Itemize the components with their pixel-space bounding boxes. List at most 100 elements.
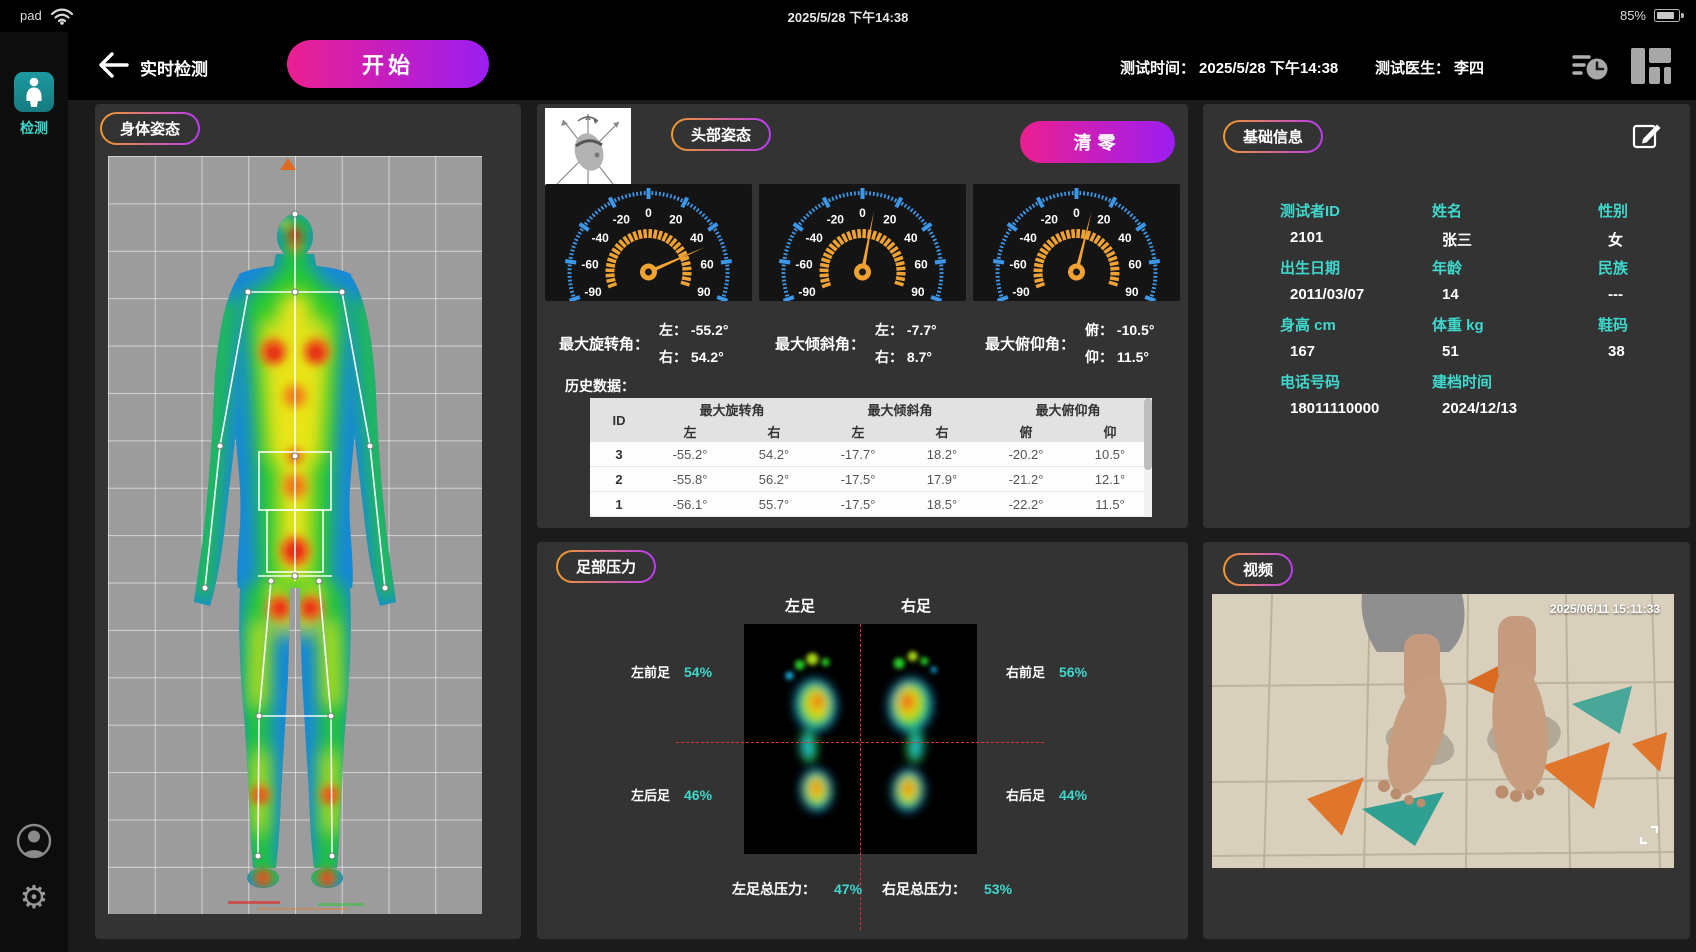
left-foot-label: 左足 <box>785 595 815 616</box>
svg-text:60: 60 <box>914 257 928 271</box>
svg-text:20: 20 <box>883 213 897 227</box>
basic-info-title: 基础信息 <box>1225 122 1321 151</box>
svg-text:-90: -90 <box>584 285 602 299</box>
value-cell: 11.5° <box>1068 497 1152 512</box>
history-table: 最大旋转角 最大倾斜角 最大俯仰角 左 右 左 右 俯 仰 ID 3-55.2°… <box>590 398 1152 517</box>
svg-text:-20: -20 <box>613 213 631 227</box>
sidebar-item-label: 检测 <box>0 118 68 138</box>
max-pitch-reading: 最大俯仰角： 俯： -10.5° 仰： 11.5° <box>985 320 1154 367</box>
value-cell: -55.8° <box>648 472 732 487</box>
basic-info-panel: 基础信息 测试者ID2101 姓名张三 性别女 出生日期2011/03/07 年… <box>1203 104 1690 528</box>
right-rearfoot-metric: 右后足44% <box>1006 785 1087 804</box>
history-table-sub-header: 左 右 左 右 俯 仰 <box>590 420 1152 442</box>
row-id-cell: 1 <box>590 497 648 512</box>
svg-text:20: 20 <box>1097 213 1111 227</box>
test-time-value: 2025/5/28 下午14:38 <box>1199 60 1338 77</box>
max-pitch-gauge: -90-60-40-20020406090 <box>973 184 1180 301</box>
svg-text:-60: -60 <box>795 257 813 271</box>
table-scrollbar[interactable] <box>1144 398 1152 517</box>
table-row: 2-55.8°56.2°-17.5°17.9°-21.2°12.1° <box>590 467 1152 492</box>
scrollbar-thumb[interactable] <box>1144 398 1152 470</box>
edit-icon[interactable] <box>1631 118 1663 150</box>
svg-text:20: 20 <box>669 213 683 227</box>
info-field-ethnicity: 民族--- <box>1598 257 1672 314</box>
left-rearfoot-metric: 左后足46% <box>631 785 712 804</box>
svg-text:90: 90 <box>1125 285 1139 299</box>
reading-down: 俯： -10.5° <box>1085 320 1154 340</box>
info-field-name: 姓名张三 <box>1432 200 1598 257</box>
basic-info-grid: 测试者ID2101 姓名张三 性别女 出生日期2011/03/07 年龄14 民… <box>1280 200 1672 428</box>
value-cell: 17.9° <box>900 472 984 487</box>
table-row: 1-56.1°55.7°-17.5°18.5°-22.2°11.5° <box>590 492 1152 517</box>
status-bar: pad 2025/5/28 下午14:38 85% <box>0 0 1696 32</box>
reading-left: 左： -7.7° <box>875 320 937 340</box>
info-field-record-date: 建档时间2024/12/13 <box>1432 371 1598 428</box>
back-arrow-icon[interactable] <box>94 48 132 82</box>
fullscreen-icon[interactable] <box>1638 824 1660 846</box>
max-rotation-gauge: -90-60-40-20020406090 <box>545 184 752 301</box>
max-tilt-reading: 最大倾斜角： 左： -7.7° 右： 8.7° <box>775 320 937 367</box>
max-rotation-reading: 最大旋转角： 左： -55.2° 右： 54.2° <box>559 320 728 367</box>
info-field-birthdate: 出生日期2011/03/07 <box>1280 257 1432 314</box>
test-time-label: 测试时间： <box>1120 60 1195 77</box>
body-posture-title: 身体姿态 <box>102 114 198 143</box>
value-cell: 56.2° <box>732 472 816 487</box>
history-records-icon[interactable] <box>1571 48 1609 84</box>
reading-left: 左： -55.2° <box>659 320 728 340</box>
svg-text:-90: -90 <box>1012 285 1030 299</box>
layout-grid-icon[interactable] <box>1631 48 1671 84</box>
info-field-phone: 电话号码18011110000 <box>1280 371 1432 428</box>
svg-text:60: 60 <box>700 257 714 271</box>
value-cell: -17.5° <box>816 497 900 512</box>
value-cell: 18.5° <box>900 497 984 512</box>
body-posture-badge: 身体姿态 <box>100 112 200 145</box>
history-table-group-header: 最大旋转角 最大倾斜角 最大俯仰角 <box>590 398 1152 420</box>
test-doctor-value: 李四 <box>1454 60 1484 77</box>
body-posture-panel: 身体姿态 <box>95 104 521 939</box>
right-forefoot-metric: 右前足56% <box>1006 662 1087 681</box>
battery-percent: 85% <box>1620 8 1646 23</box>
video-panel: 视频 <box>1203 542 1690 939</box>
start-button[interactable]: 开始 <box>287 40 489 88</box>
id-column-header: ID <box>590 398 648 442</box>
reading-up: 仰： 11.5° <box>1085 347 1154 367</box>
reading-label: 最大俯仰角： <box>985 333 1075 354</box>
value-cell: 12.1° <box>1068 472 1152 487</box>
foot-pressure-panel: 足部压力 左足 右足 <box>537 542 1188 939</box>
svg-text:40: 40 <box>690 231 704 245</box>
value-cell: 55.7° <box>732 497 816 512</box>
svg-text:40: 40 <box>904 231 918 245</box>
page-title: 实时检测 <box>140 55 208 80</box>
header-bar: 实时检测 开始 测试时间：2025/5/28 下午14:38 测试医生：李四 <box>68 32 1696 100</box>
info-field-weight: 体重 kg51 <box>1432 314 1598 371</box>
svg-text:-90: -90 <box>798 285 816 299</box>
reading-label: 最大倾斜角： <box>775 333 865 354</box>
basic-info-badge: 基础信息 <box>1223 120 1323 153</box>
group-header: 最大倾斜角 <box>816 400 984 419</box>
left-total-pressure: 左足总压力：47% <box>732 879 862 899</box>
sidebar-item-detect[interactable] <box>14 72 54 112</box>
value-cell: -21.2° <box>984 472 1068 487</box>
foot-pressure-title: 足部压力 <box>558 552 654 581</box>
reading-right: 右： 8.7° <box>875 347 937 367</box>
history-table-body: 3-55.2°54.2°-17.7°18.2°-20.2°10.5°2-55.8… <box>590 442 1152 517</box>
value-cell: -56.1° <box>648 497 732 512</box>
svg-text:0: 0 <box>859 206 866 220</box>
svg-text:-40: -40 <box>805 231 823 245</box>
clear-button[interactable]: 清零 <box>1020 121 1175 163</box>
video-feed-image <box>1212 594 1674 868</box>
right-foot-label: 右足 <box>901 595 931 616</box>
svg-text:0: 0 <box>1073 206 1080 220</box>
settings-gear-icon[interactable]: ⚙ <box>0 877 68 917</box>
user-avatar-icon[interactable] <box>15 822 53 860</box>
info-field-shoe-size: 鞋码38 <box>1598 314 1672 371</box>
svg-text:40: 40 <box>1118 231 1132 245</box>
value-cell: 54.2° <box>732 447 816 462</box>
left-forefoot-metric: 左前足54% <box>631 662 712 681</box>
video-timestamp: 2025/06/11 15:11:33 <box>1550 602 1660 616</box>
battery-icon <box>1654 9 1680 22</box>
test-time: 测试时间：2025/5/28 下午14:38 <box>1120 57 1342 78</box>
head-posture-badge: 头部姿态 <box>671 118 771 151</box>
sidebar: 检测 ⚙ <box>0 32 68 952</box>
person-icon <box>21 77 47 107</box>
